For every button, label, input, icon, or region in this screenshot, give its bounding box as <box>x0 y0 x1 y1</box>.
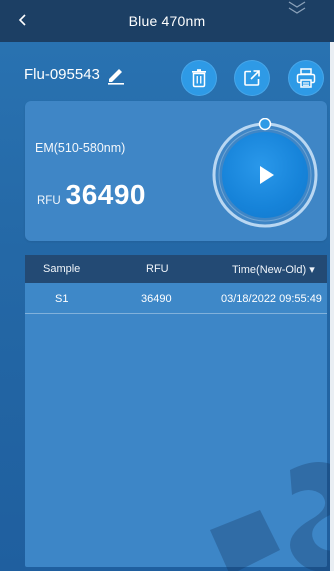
column-header-sample: Sample <box>43 263 81 275</box>
edit-name-button[interactable] <box>106 65 126 85</box>
pencil-icon <box>108 69 124 85</box>
cell-rfu: 36490 <box>141 293 172 305</box>
play-icon <box>260 166 274 184</box>
export-button[interactable] <box>234 60 270 96</box>
start-measure-button[interactable] <box>222 132 308 218</box>
rfu-readout: RFU 36490 <box>37 179 146 211</box>
delete-button[interactable] <box>181 60 217 96</box>
export-icon <box>244 70 260 86</box>
column-header-rfu: RFU <box>146 263 169 275</box>
printer-icon <box>296 68 316 88</box>
measurement-card: EM(510-580nm) RFU 36490 <box>25 101 327 241</box>
chevron-left-icon <box>18 14 26 26</box>
results-table: Sample RFU Time(New-Old) ▾ S1 36490 03/1… <box>25 255 327 567</box>
table-row[interactable]: S1 36490 03/18/2022 09:55:49 <box>25 283 327 314</box>
progress-knob[interactable] <box>258 118 272 131</box>
file-header: Flu-095543 <box>0 54 334 96</box>
table-header: Sample RFU Time(New-Old) ▾ <box>25 255 327 283</box>
scroll-edge <box>330 42 334 571</box>
cell-time: 03/18/2022 09:55:49 <box>221 293 322 305</box>
trash-icon <box>192 69 206 88</box>
print-button[interactable] <box>288 60 324 96</box>
back-button[interactable] <box>12 9 34 31</box>
double-chevron-down-icon[interactable] <box>286 0 308 18</box>
rfu-value: 36490 <box>65 179 147 210</box>
app-root: Blue 470nm Flu-095543 EM(510-580nm) RFU … <box>0 0 334 571</box>
top-bar: Blue 470nm <box>0 0 334 42</box>
rfu-label: RFU <box>37 195 61 207</box>
file-name: Flu-095543 <box>24 66 100 83</box>
em-wavelength-label: EM(510-580nm) <box>35 141 126 155</box>
cell-sample: S1 <box>55 293 69 305</box>
page-title: Blue 470nm <box>128 13 206 29</box>
column-header-time-sort[interactable]: Time(New-Old) ▾ <box>232 263 315 276</box>
